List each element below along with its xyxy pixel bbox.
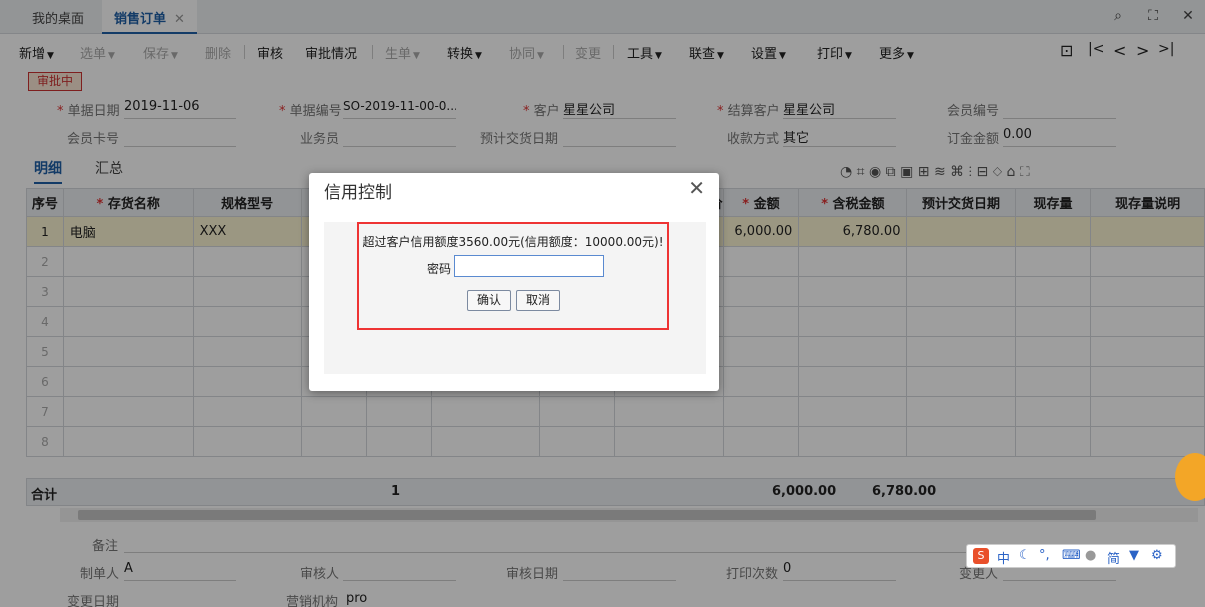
ime-toolbar[interactable]: S 中 ☾ °, ⌨ ● 简 ▼ ⚙	[966, 544, 1176, 568]
credit-control-dialog: 信用控制 ✕ 超过客户信用额度3560.00元(信用额度：10000.00元)!…	[309, 173, 719, 391]
skin-icon[interactable]: ▼	[1129, 548, 1139, 563]
credit-alert-box: 超过客户信用额度3560.00元(信用额度：10000.00元)! 密码 确认 …	[357, 222, 669, 330]
ime-logo-icon: S	[973, 548, 989, 564]
password-label: 密码	[427, 262, 452, 276]
close-icon[interactable]: ✕	[688, 176, 705, 200]
user-icon[interactable]: ●	[1085, 548, 1096, 563]
moon-icon[interactable]: ☾	[1019, 548, 1031, 563]
gear-icon[interactable]: ⚙	[1151, 548, 1163, 563]
credit-warning-message: 超过客户信用额度3560.00元(信用额度：10000.00元)!	[362, 235, 664, 249]
cancel-button[interactable]: 取消	[516, 290, 561, 311]
ime-simplified[interactable]: 简	[1107, 548, 1120, 567]
dialog-title: 信用控制	[324, 183, 392, 203]
keyboard-icon[interactable]: ⌨	[1062, 548, 1081, 563]
punct-icon[interactable]: °,	[1039, 548, 1050, 563]
confirm-button[interactable]: 确认	[467, 290, 512, 311]
ime-chinese-mode[interactable]: 中	[997, 548, 1010, 567]
password-input[interactable]	[454, 255, 604, 277]
